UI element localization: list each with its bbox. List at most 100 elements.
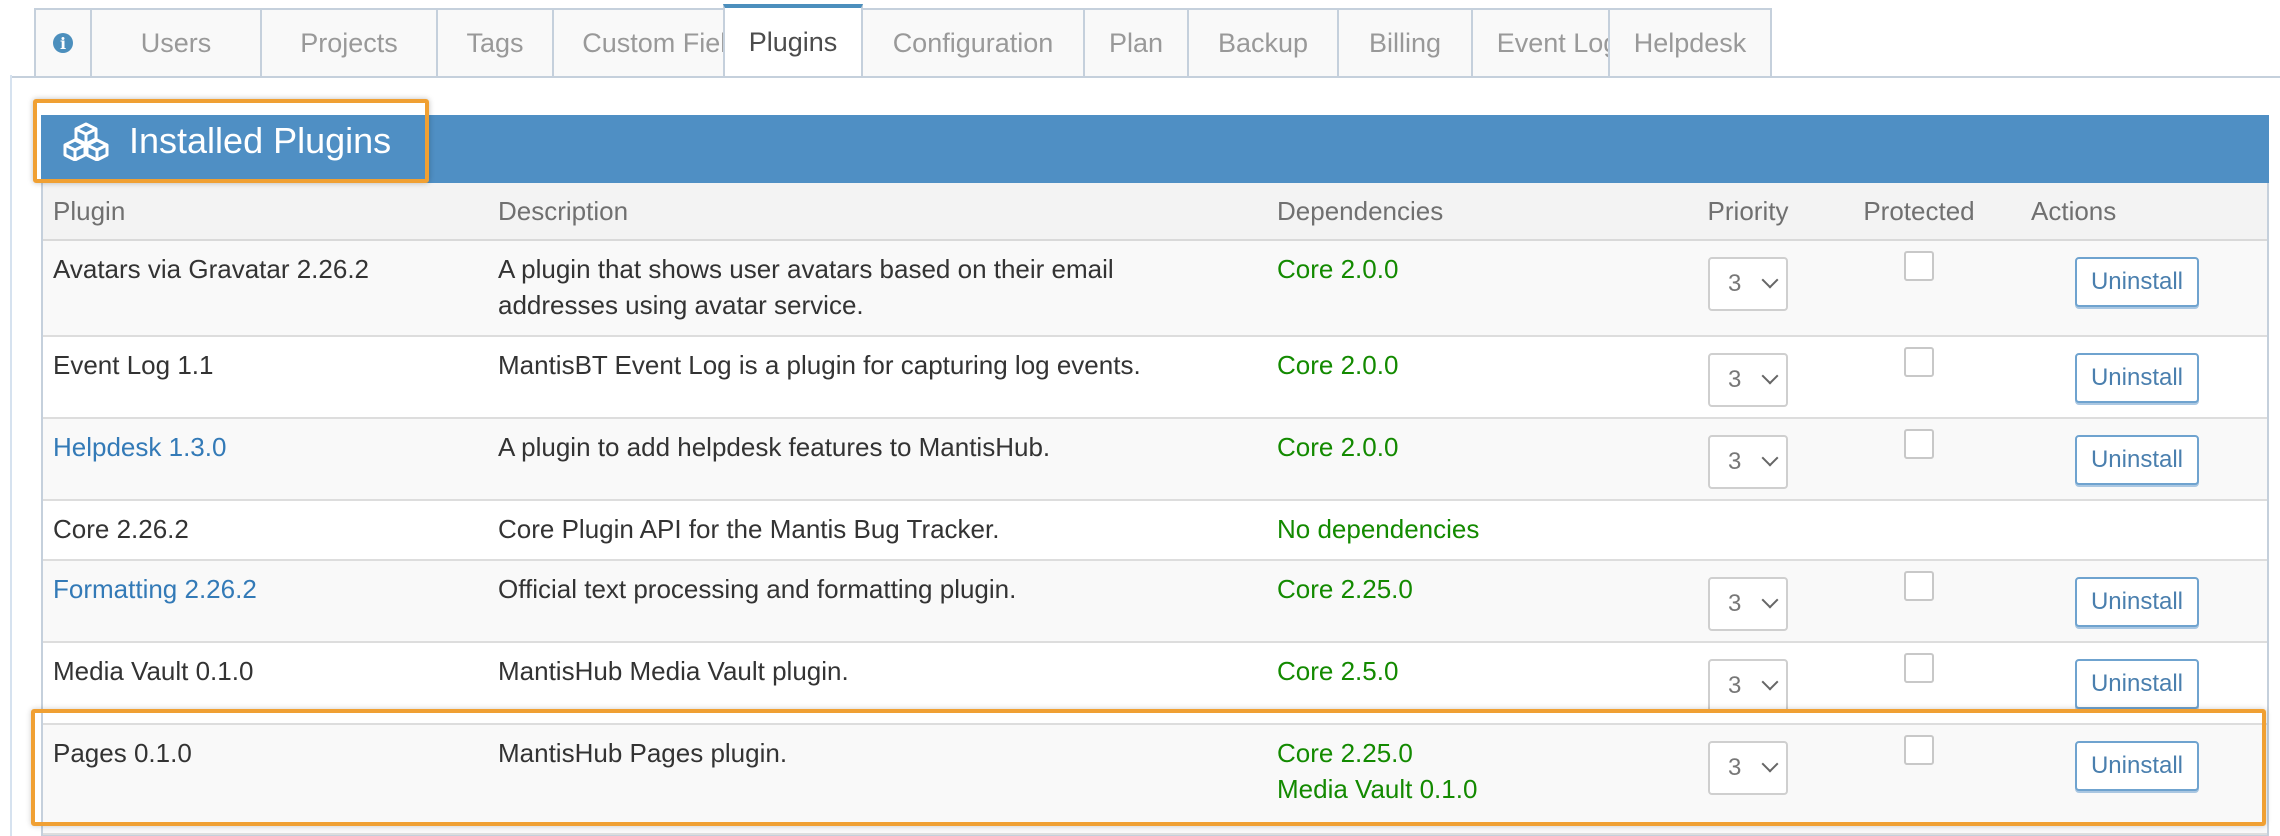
plugin-description: MantisHub Pages plugin.	[488, 724, 1267, 835]
table-row: Core 2.26.2 Core Plugin API for the Mant…	[43, 500, 2267, 561]
chevron-down-icon	[1761, 449, 1779, 467]
priority-select[interactable]: 3	[1708, 257, 1788, 311]
tab-billing[interactable]: Billing	[1337, 8, 1473, 76]
protected-cell	[1831, 642, 2007, 725]
table-row: Pages 0.1.0 MantisHub Pages plugin. Core…	[43, 724, 2267, 835]
actions-cell: Uninstall	[2007, 560, 2267, 643]
description-line: Core Plugin API for the Mantis Bug Track…	[498, 514, 1000, 544]
description-line: MantisBT Event Log is a plugin for captu…	[498, 350, 1141, 380]
dependency: Media Vault 0.1.0	[1277, 774, 1478, 804]
protected-checkbox[interactable]	[1904, 429, 1934, 459]
column-header-actions: Actions	[2007, 183, 2267, 241]
table-row: Formatting 2.26.2 Official text processi…	[43, 560, 2267, 643]
plugin-dependencies: No dependencies	[1267, 500, 1665, 561]
page-left-border	[10, 75, 12, 836]
actions-cell: Uninstall	[2007, 642, 2267, 725]
chevron-down-icon	[1761, 673, 1779, 691]
protected-checkbox[interactable]	[1904, 653, 1934, 683]
protected-checkbox[interactable]	[1904, 571, 1934, 601]
uninstall-button[interactable]: Uninstall	[2074, 659, 2200, 709]
dependency: Core 2.0.0	[1277, 254, 1399, 284]
description-line: MantisHub Media Vault plugin.	[498, 656, 849, 686]
priority-cell: 3	[1665, 336, 1831, 419]
plugin-config-link[interactable]: Formatting 2.26.2	[53, 574, 257, 604]
description-line: Official text processing and formatting …	[498, 574, 1017, 604]
protected-checkbox[interactable]	[1904, 735, 1934, 765]
uninstall-button[interactable]: Uninstall	[2074, 353, 2200, 403]
tab-label: Users	[140, 27, 212, 58]
dependency: Core 2.25.0	[1277, 574, 1413, 604]
actions-cell	[2007, 500, 2267, 561]
priority-cell: 3	[1665, 560, 1831, 643]
uninstall-button[interactable]: Uninstall	[2074, 577, 2200, 627]
column-header-dependencies: Dependencies	[1267, 183, 1665, 241]
plugin-name: Media Vault 0.1.0	[43, 642, 488, 725]
admin-tabs: i Users Projects Tags Custom Fields Plug…	[10, 0, 2280, 78]
tab-label: Helpdesk	[1633, 27, 1747, 58]
priority-cell: 3	[1665, 240, 1831, 337]
dependency: Core 2.5.0	[1277, 656, 1399, 686]
plugin-dependencies: Core 2.25.0	[1267, 560, 1665, 643]
tab-label: Plan	[1108, 27, 1164, 58]
info-icon: i	[53, 33, 73, 53]
protected-checkbox[interactable]	[1904, 251, 1934, 281]
column-header-priority: Priority	[1665, 183, 1831, 241]
chevron-down-icon	[1761, 367, 1779, 385]
dependency: No dependencies	[1277, 514, 1480, 544]
uninstall-button[interactable]: Uninstall	[2074, 435, 2200, 485]
priority-select[interactable]: 3	[1708, 435, 1788, 489]
description-line: MantisHub Pages plugin.	[498, 738, 788, 768]
plugin-description: MantisHub Media Vault plugin.	[488, 642, 1267, 725]
tab-plan[interactable]: Plan	[1083, 8, 1189, 76]
priority-value: 3	[1728, 366, 1742, 393]
uninstall-button[interactable]: Uninstall	[2074, 257, 2200, 307]
uninstall-button[interactable]: Uninstall	[2074, 741, 2200, 791]
actions-cell: Uninstall	[2007, 724, 2267, 835]
priority-select[interactable]: 3	[1708, 659, 1788, 713]
tab-label: Backup	[1217, 27, 1309, 58]
plugins-table: Plugin Description Dependencies Priority…	[43, 183, 2267, 835]
tab-users[interactable]: Users	[90, 8, 262, 76]
protected-cell	[1831, 724, 2007, 835]
plugin-name: Avatars via Gravatar 2.26.2	[43, 240, 488, 337]
plugin-name: Event Log 1.1	[43, 336, 488, 419]
plugin-description: Official text processing and formatting …	[488, 560, 1267, 643]
plugin-name: Pages 0.1.0	[43, 724, 488, 835]
tab-info[interactable]: i	[34, 8, 92, 76]
table-row: Helpdesk 1.3.0 A plugin to add helpdesk …	[43, 418, 2267, 501]
column-header-protected: Protected	[1831, 183, 2007, 241]
priority-select[interactable]: 3	[1708, 353, 1788, 407]
plugin-name: Formatting 2.26.2	[43, 560, 488, 643]
protected-cell	[1831, 560, 2007, 643]
plugin-description: MantisBT Event Log is a plugin for captu…	[488, 336, 1267, 419]
priority-value: 3	[1728, 590, 1742, 617]
column-header-description: Description	[488, 183, 1267, 241]
chevron-down-icon	[1761, 755, 1779, 773]
actions-cell: Uninstall	[2007, 240, 2267, 337]
table-row: Avatars via Gravatar 2.26.2 A plugin tha…	[43, 240, 2267, 337]
description-line: A plugin that shows user avatars based o…	[498, 254, 1114, 284]
dependency: Core 2.0.0	[1277, 350, 1399, 380]
chevron-down-icon	[1761, 271, 1779, 289]
protected-checkbox[interactable]	[1904, 347, 1934, 377]
priority-select[interactable]: 3	[1708, 577, 1788, 631]
tab-helpdesk[interactable]: Helpdesk	[1608, 8, 1772, 76]
plugin-config-link[interactable]: Helpdesk 1.3.0	[53, 432, 226, 462]
table-row: Event Log 1.1 MantisBT Event Log is a pl…	[43, 336, 2267, 419]
table-row: Media Vault 0.1.0 MantisHub Media Vault …	[43, 642, 2267, 725]
tab-label: Billing	[1368, 27, 1442, 58]
tab-plugins[interactable]: Plugins	[723, 4, 863, 76]
tab-tags[interactable]: Tags	[436, 8, 554, 76]
priority-select[interactable]: 3	[1708, 741, 1788, 795]
plugin-name: Helpdesk 1.3.0	[43, 418, 488, 501]
priority-value: 3	[1728, 270, 1742, 297]
plugin-dependencies: Core 2.0.0	[1267, 240, 1665, 337]
tab-backup[interactable]: Backup	[1187, 8, 1339, 76]
plugin-dependencies: Core 2.5.0	[1267, 642, 1665, 725]
plugin-dependencies: Core 2.25.0 Media Vault 0.1.0	[1267, 724, 1665, 835]
tab-projects[interactable]: Projects	[260, 8, 438, 76]
protected-cell	[1831, 418, 2007, 501]
table-header-row: Plugin Description Dependencies Priority…	[43, 183, 2267, 241]
priority-value: 3	[1728, 754, 1742, 781]
tab-configuration[interactable]: Configuration	[861, 8, 1085, 76]
